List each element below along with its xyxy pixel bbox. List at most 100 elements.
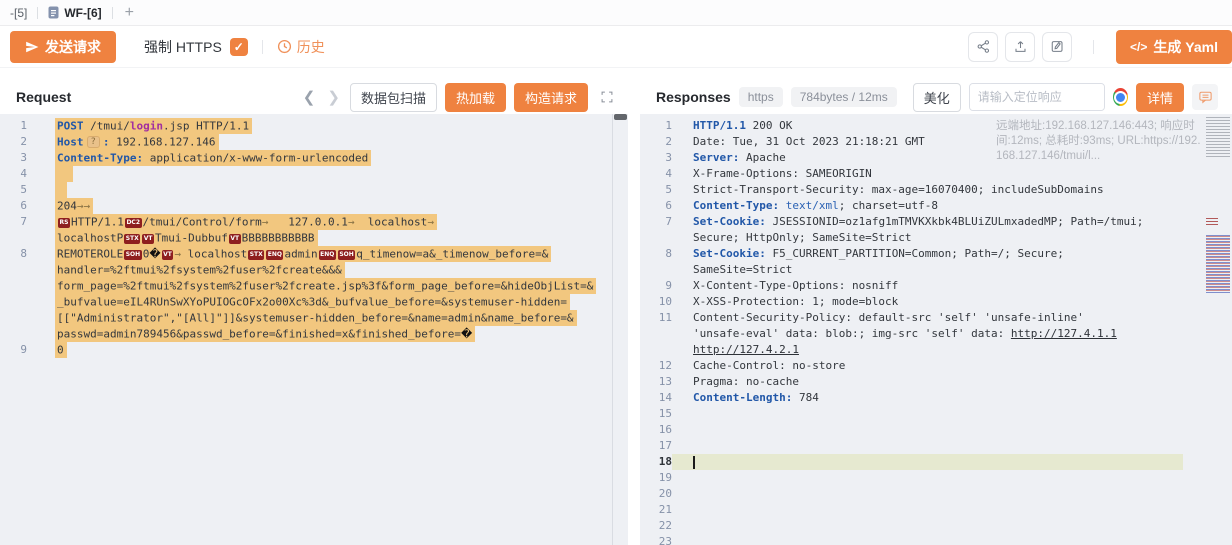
line-number: 5 [640, 182, 672, 198]
clock-icon [277, 39, 292, 54]
generate-yaml-button[interactable]: </> 生成 Yaml [1116, 30, 1232, 64]
code-line[interactable]: [["Administrator","[All]"]]&systemuser-h… [0, 310, 628, 326]
code-line[interactable]: 8REMOTEROLESOH0�VT→ localhostSTXENQadmin… [0, 246, 628, 262]
line-number: 17 [640, 438, 672, 454]
chevron-right-icon[interactable]: ❯ [325, 90, 342, 105]
line-number: 23 [640, 534, 672, 545]
response-title: Responses [656, 89, 731, 105]
fullscreen-icon[interactable] [600, 90, 614, 104]
comment-button[interactable] [1192, 84, 1218, 110]
request-scrollbar-thumb[interactable] [614, 114, 627, 120]
history-button[interactable]: 历史 [277, 37, 325, 57]
code-line[interactable]: 15 [640, 406, 1232, 422]
code-line[interactable]: 8Set-Cookie: F5_CURRENT_PARTITION=Common… [640, 246, 1232, 262]
code-line[interactable]: 23 [640, 534, 1232, 545]
tab-wf-6[interactable]: WF-[6] [38, 6, 111, 20]
code-line[interactable]: 3Content-Type: application/x-www-form-ur… [0, 150, 628, 166]
hot-reload-button[interactable]: 热加载 [445, 83, 506, 112]
line-number: 20 [640, 486, 672, 502]
chevron-left-icon[interactable]: ❮ [301, 90, 318, 105]
code-line[interactable]: _bufvalue=eIL4RUnSwXYoPUIOGcOFx2o00Xc%3d… [0, 294, 628, 310]
force-https-checkbox[interactable]: ✓ [230, 38, 248, 56]
code-line[interactable]: 12Cache-Control: no-store [640, 358, 1232, 374]
paper-plane-icon [25, 40, 39, 54]
divider [1093, 40, 1094, 54]
line-number: 22 [640, 518, 672, 534]
share-icon [976, 39, 991, 54]
code-line[interactable]: 17 [640, 438, 1232, 454]
line-number: 8 [0, 246, 27, 262]
code-line[interactable]: Secure; HttpOnly; SameSite=Strict [640, 230, 1232, 246]
code-line[interactable]: 14Content-Length: 784 [640, 390, 1232, 406]
code-line[interactable]: 19 [640, 470, 1232, 486]
search-button[interactable] [1104, 84, 1105, 110]
minimap-mark [1206, 218, 1218, 226]
code-line[interactable]: 10X-XSS-Protection: 1; mode=block [640, 294, 1232, 310]
code-line[interactable]: localhostPSTXVTTmui-DubbufVTBBBBBBBBBBB [0, 230, 628, 246]
code-line[interactable]: 6Content-Type: text/xml; charset=utf-8 [640, 198, 1232, 214]
code-line[interactable]: passwd=admin789456&passwd_before=&finish… [0, 326, 628, 342]
code-line[interactable]: 16 [640, 422, 1232, 438]
code-line[interactable]: 20 [640, 486, 1232, 502]
edit-button[interactable] [1042, 32, 1072, 62]
line-number: 4 [0, 166, 27, 182]
line-number: 8 [640, 246, 672, 262]
code-line[interactable]: 11Content-Security-Policy: default-src '… [640, 310, 1232, 326]
line-number: 7 [0, 214, 27, 230]
request-title: Request [16, 89, 71, 105]
response-editor[interactable]: 远端地址:192.168.127.146:443; 响应时间:12ms; 总耗时… [640, 114, 1232, 545]
code-line[interactable]: 22 [640, 518, 1232, 534]
line-number: 2 [0, 134, 27, 150]
line-number: 19 [640, 470, 672, 486]
search-input[interactable] [970, 84, 1104, 110]
code-line[interactable]: 7Set-Cookie: JSESSIONID=oz1afg1mTMVKXkbk… [640, 214, 1232, 230]
line-number: 11 [640, 310, 672, 326]
code-line[interactable]: 9X-Content-Type-Options: nosniff [640, 278, 1232, 294]
line-number [0, 326, 27, 342]
tab-label: -[5] [10, 6, 27, 20]
code-line[interactable]: 18 [640, 454, 1232, 470]
tab-prev-session[interactable]: -[5] [0, 6, 37, 20]
line-number [0, 278, 27, 294]
response-header: Responses https 784bytes / 12ms 美化 详情 [640, 80, 1232, 114]
details-button[interactable]: 详情 [1136, 83, 1184, 112]
code-line[interactable]: 1POST /tmui/login.jsp HTTP/1.1 [0, 118, 628, 134]
request-editor[interactable]: 1POST /tmui/login.jsp HTTP/1.12Host?: 19… [0, 114, 628, 545]
line-number: 1 [640, 118, 672, 134]
minimap[interactable] [1206, 114, 1230, 545]
line-number [0, 310, 27, 326]
send-request-button[interactable]: 发送请求 [10, 31, 116, 63]
code-line[interactable]: 21 [640, 502, 1232, 518]
line-number: 5 [0, 182, 27, 198]
toolbar: 发送请求 强制 HTTPS ✓ 历史 </> 生成 Yaml [0, 26, 1232, 68]
code-line[interactable]: 5Strict-Transport-Security: max-age=1607… [640, 182, 1232, 198]
chat-bubble-icon [1198, 90, 1213, 105]
code-line[interactable]: 13Pragma: no-cache [640, 374, 1232, 390]
request-panel: Request ❮ ❯ 数据包扫描 热加载 构造请求 1POST /tmui/l… [0, 80, 628, 545]
line-number [640, 262, 672, 278]
code-line[interactable]: 2Host?: 192.168.127.146 [0, 134, 628, 150]
line-number: 1 [0, 118, 27, 134]
code-line[interactable]: 90 [0, 342, 628, 358]
export-button[interactable] [1005, 32, 1035, 62]
new-tab-button[interactable]: + [113, 4, 146, 22]
line-number: 14 [640, 390, 672, 406]
code-line[interactable]: 5 [0, 182, 628, 198]
line-number: 15 [640, 406, 672, 422]
open-in-chrome-icon[interactable] [1113, 88, 1128, 106]
code-line[interactable]: 4 [0, 166, 628, 182]
code-line[interactable]: handler=%2ftmui%2fsystem%2fuser%2fcreate… [0, 262, 628, 278]
code-line[interactable]: 4X-Frame-Options: SAMEORIGIN [640, 166, 1232, 182]
code-line[interactable]: http://127.4.2.1 [640, 342, 1232, 358]
beautify-button[interactable]: 美化 [913, 83, 961, 112]
code-line[interactable]: form_page=%2ftmui%2fsystem%2fuser%2fcrea… [0, 278, 628, 294]
code-line[interactable]: 'unsafe-eval' data: blob:; img-src 'self… [640, 326, 1232, 342]
packet-scan-button[interactable]: 数据包扫描 [350, 83, 437, 112]
build-request-button[interactable]: 构造请求 [514, 83, 588, 112]
request-header: Request ❮ ❯ 数据包扫描 热加载 构造请求 [0, 80, 628, 114]
upload-icon [1013, 39, 1028, 54]
code-line[interactable]: 6204→→ [0, 198, 628, 214]
code-line[interactable]: SameSite=Strict [640, 262, 1232, 278]
code-line[interactable]: 7RSHTTP/1.1DC2/tmui/Control/form→ 127.0.… [0, 214, 628, 230]
share-button[interactable] [968, 32, 998, 62]
